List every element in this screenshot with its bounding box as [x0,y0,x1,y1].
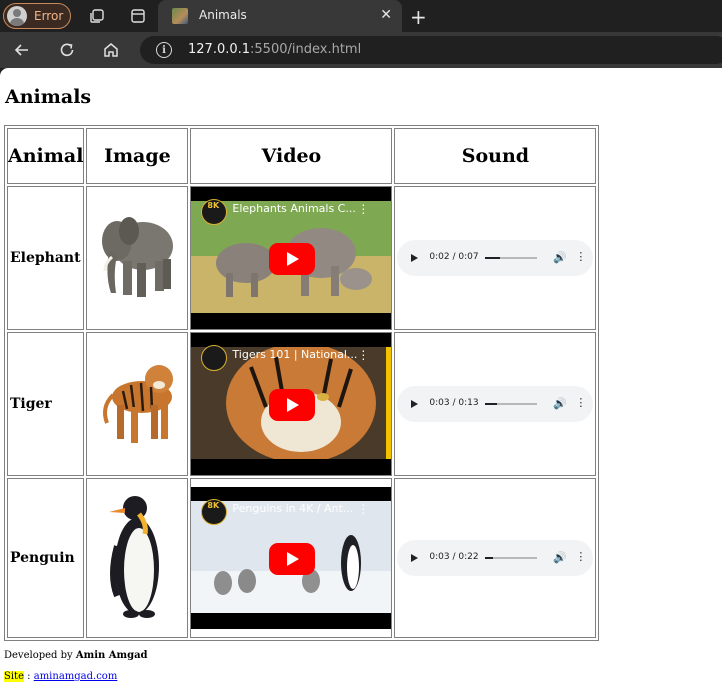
page-content: Animals Animal Image Video Sound Elephan… [0,68,722,698]
header-image: Image [86,128,189,184]
video-cell: 8K Penguins in 4K / Ant... ⋮ [190,478,393,638]
audio-more-icon[interactable]: ⋮ [575,550,586,563]
audio-seek-slider[interactable] [485,257,538,259]
audio-time: 0:03 / 0:13 [429,398,479,408]
address-bar[interactable]: i 127.0.0.1:5500/index.html [140,36,722,64]
audio-progress-fill [485,257,501,259]
site-credit: Site : aminamgad.com [4,671,117,682]
audio-play-icon[interactable] [411,554,419,562]
site-link[interactable]: aminamgad.com [34,671,118,682]
audio-player[interactable]: 0:02 / 0:07 🔊 ⋮ [397,240,594,276]
elephant-image [102,217,174,297]
audio-time: 0:03 / 0:22 [429,552,479,562]
audio-progress-fill [485,557,493,559]
animal-name: Tiger [7,332,85,476]
reload-icon[interactable] [57,40,77,60]
audio-play-icon[interactable] [411,254,419,262]
table-row: Tiger Tigers 101 | National... ⋮ 0:03 / … [7,332,597,476]
volume-icon[interactable]: 🔊 [553,251,567,264]
audio-progress-fill [485,403,498,405]
url-text[interactable]: 127.0.0.1:5500/index.html [188,42,361,57]
audio-seek-slider[interactable] [485,557,538,559]
sound-cell: 0:02 / 0:07 🔊 ⋮ [394,186,597,330]
image-cell [86,332,189,476]
tab-title: Animals [199,8,247,22]
tiger-image [103,365,174,443]
site-separator: : [24,671,34,682]
penguin-image [109,496,160,618]
url-host: 127.0.0.1 [188,42,251,57]
developed-by-label: Developed by [4,650,76,661]
header-video: Video [190,128,393,184]
video-cell: 8K Elephants Animals C... ⋮ [190,186,393,330]
youtube-video-embed[interactable]: 8K Elephants Animals C... ⋮ [191,187,392,329]
developer-name: Amin Amgad [75,650,148,661]
youtube-play-button[interactable] [269,389,316,421]
site-label: Site [4,671,24,682]
channel-badge: 8K [207,201,220,210]
channel-badge: 8K [207,501,220,510]
volume-icon[interactable]: 🔊 [553,551,567,564]
youtube-video-embed[interactable]: 8K Penguins in 4K / Ant... ⋮ [191,487,392,629]
url-path: :5500/index.html [250,42,362,57]
more-options-icon[interactable]: ⋮ [357,502,369,516]
video-title[interactable]: Penguins in 4K / Ant... [232,502,353,515]
avatar-icon [7,6,27,26]
video-title[interactable]: Tigers 101 | National... [232,348,357,361]
audio-more-icon[interactable]: ⋮ [575,396,586,409]
image-cell [86,478,189,638]
video-cell: Tigers 101 | National... ⋮ [190,332,393,476]
profile-status-label: Error [34,9,64,23]
more-options-icon[interactable]: ⋮ [357,202,369,216]
video-title[interactable]: Elephants Animals C... [232,202,355,215]
site-info-icon[interactable]: i [156,42,172,58]
table-row: Penguin 8K Penguins in 4K / Ant... ⋮ 0:0… [7,478,597,638]
audio-seek-slider[interactable] [485,403,538,405]
back-arrow-icon[interactable] [12,40,32,60]
profile-button[interactable]: Error [3,3,71,29]
youtube-video-embed[interactable]: Tigers 101 | National... ⋮ [191,333,392,475]
table-header-row: Animal Image Video Sound [7,128,597,184]
new-tab-icon[interactable]: + [410,5,427,29]
audio-time: 0:02 / 0:07 [429,252,479,262]
navigation-bar: i 127.0.0.1:5500/index.html [0,32,722,68]
youtube-play-button[interactable] [269,543,316,575]
youtube-play-button[interactable] [269,243,316,275]
tab-actions-icon[interactable] [130,8,146,24]
sound-cell: 0:03 / 0:22 🔊 ⋮ [394,478,597,638]
header-animal: Animal [7,128,85,184]
animal-name: Penguin [7,478,85,638]
audio-play-icon[interactable] [411,400,419,408]
tab-favicon-icon [172,8,188,24]
header-sound: Sound [394,128,597,184]
volume-icon[interactable]: 🔊 [553,397,567,410]
audio-player[interactable]: 0:03 / 0:22 🔊 ⋮ [397,540,594,576]
workspaces-icon[interactable] [89,8,105,24]
tab-strip: Error Animals ✕ + [0,0,722,32]
audio-player[interactable]: 0:03 / 0:13 🔊 ⋮ [397,386,594,422]
animal-name: Elephant [7,186,85,330]
more-options-icon[interactable]: ⋮ [357,348,369,362]
tab-animals[interactable]: Animals ✕ [158,0,402,32]
developer-credit: Developed by Amin Amgad [4,650,148,661]
close-tab-icon[interactable]: ✕ [380,7,392,23]
table-row: Elephant 8K Elephants Animals C... ⋮ 0:0… [7,186,597,330]
animals-table: Animal Image Video Sound Elephant 8K Ele… [4,125,600,641]
sound-cell: 0:03 / 0:13 🔊 ⋮ [394,332,597,476]
page-title: Animals [5,86,92,108]
image-cell [86,186,189,330]
home-icon[interactable] [101,40,121,60]
audio-more-icon[interactable]: ⋮ [575,250,586,263]
